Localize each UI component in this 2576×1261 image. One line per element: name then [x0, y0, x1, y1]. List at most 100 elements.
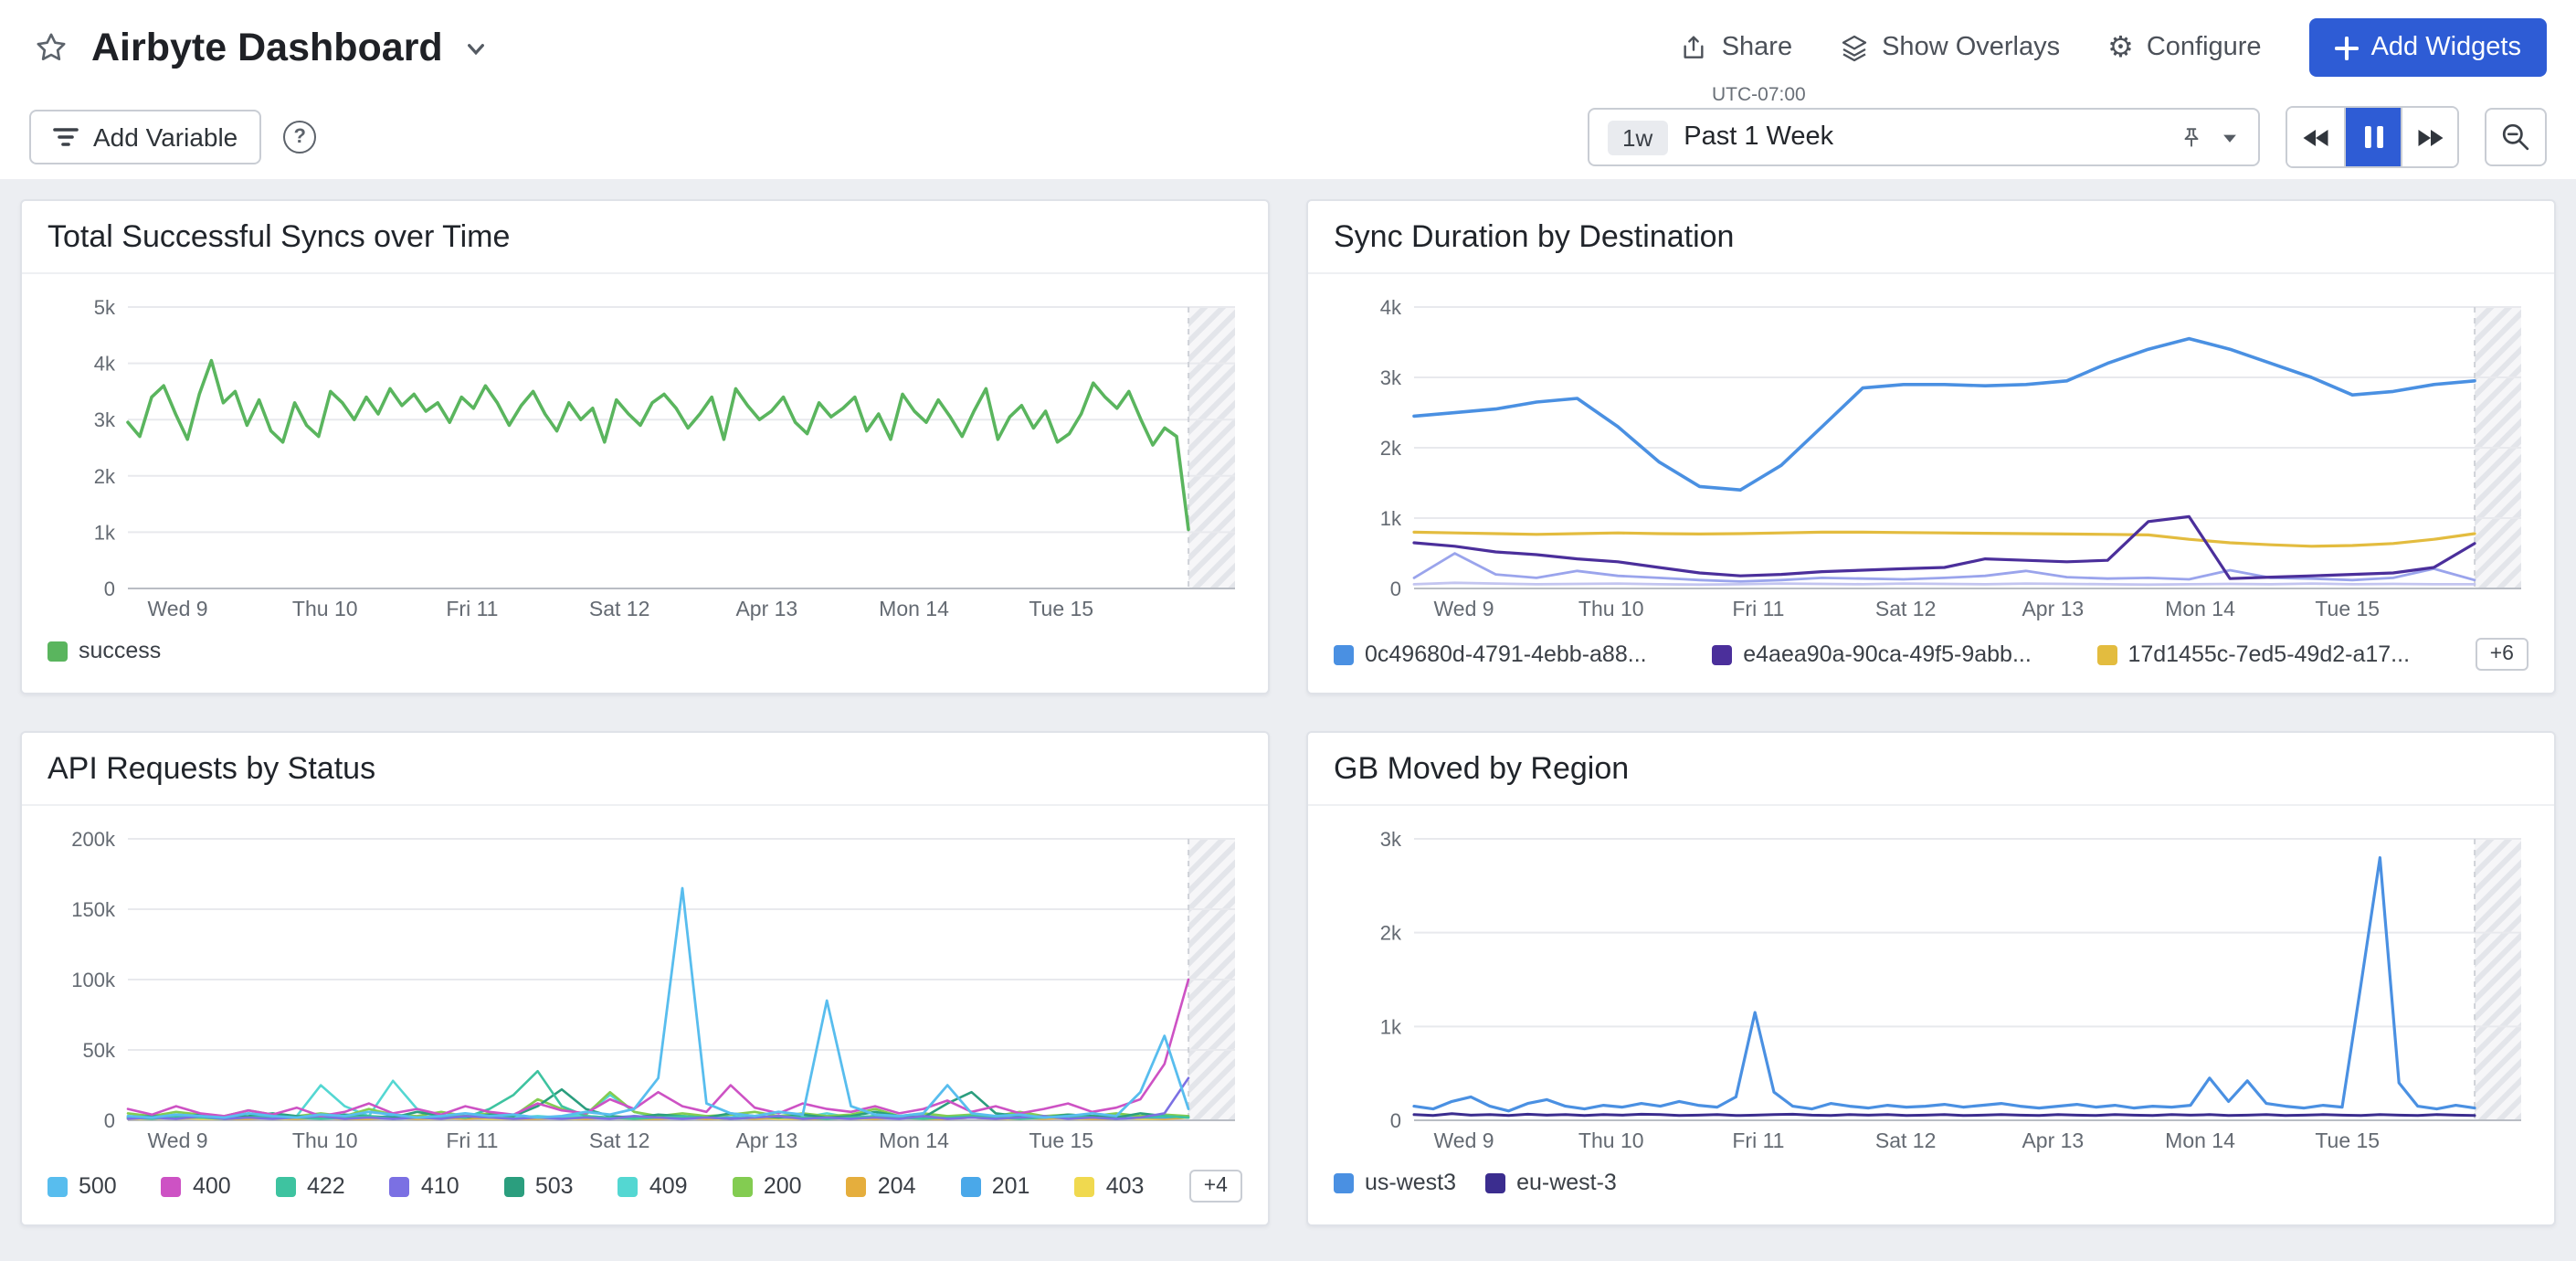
- legend-swatch: [1334, 1172, 1354, 1192]
- gear-icon: ⚙: [2107, 33, 2134, 62]
- svg-text:Thu 10: Thu 10: [292, 597, 358, 620]
- widget-title: Sync Duration by Destination: [1308, 201, 2554, 274]
- line-chart-gb-moved[interactable]: 01k2k3kWed 9Thu 10Fri 11Sat 12Apr 13Mon …: [1330, 821, 2532, 1157]
- legend-item[interactable]: 422: [276, 1173, 345, 1199]
- legend-item[interactable]: success: [48, 638, 161, 663]
- svg-text:0: 0: [104, 578, 115, 600]
- header: Airbyte Dashboard Share Show Overlays ⚙ …: [0, 0, 2576, 179]
- time-box-icons: [2180, 125, 2240, 149]
- legend-swatch: [733, 1176, 753, 1196]
- svg-text:Thu 10: Thu 10: [1578, 597, 1644, 620]
- svg-text:3k: 3k: [1380, 828, 1402, 851]
- legend-item[interactable]: 17d1455c-7ed5-49d2-a17...: [2096, 641, 2410, 667]
- share-button[interactable]: Share: [1680, 33, 1792, 62]
- svg-text:Mon 14: Mon 14: [879, 597, 949, 620]
- time-controls: UTC-07:00 1w Past 1 Week: [1588, 106, 2547, 168]
- chevron-down-icon: [465, 36, 489, 59]
- legend-item[interactable]: 410: [390, 1173, 459, 1199]
- line-chart-sync-duration[interactable]: 01k2k3k4kWed 9Thu 10Fri 11Sat 12Apr 13Mo…: [1330, 289, 2532, 625]
- svg-text:5k: 5k: [94, 296, 116, 319]
- add-widgets-label: Add Widgets: [2371, 33, 2521, 62]
- svg-text:0: 0: [1390, 1109, 1401, 1132]
- time-forward-button[interactable]: [2401, 108, 2457, 166]
- legend-more-badge[interactable]: +4: [1189, 1170, 1242, 1203]
- svg-text:Fri 11: Fri 11: [1732, 1129, 1784, 1152]
- configure-label: Configure: [2147, 33, 2262, 62]
- svg-text:Tue 15: Tue 15: [2315, 597, 2380, 620]
- skip-forward-icon: [2416, 125, 2444, 149]
- svg-text:Mon 14: Mon 14: [2165, 597, 2235, 620]
- legend-label: 400: [193, 1173, 231, 1199]
- svg-text:Wed 9: Wed 9: [148, 1129, 208, 1152]
- configure-button[interactable]: ⚙ Configure: [2107, 33, 2261, 62]
- timezone-label: UTC-07:00: [1705, 84, 1813, 106]
- playback-button-group: [2286, 106, 2459, 168]
- time-range-picker[interactable]: UTC-07:00 1w Past 1 Week: [1588, 108, 2260, 166]
- svg-text:Wed 9: Wed 9: [148, 597, 208, 620]
- legend-label: 422: [307, 1173, 345, 1199]
- time-backward-button[interactable]: [2287, 108, 2344, 166]
- zoom-out-button[interactable]: [2485, 108, 2547, 166]
- widget-grid: Total Successful Syncs over Time 01k2k3k…: [0, 179, 2576, 1246]
- legend-swatch: [2096, 644, 2117, 664]
- pause-icon: [2363, 126, 2383, 148]
- svg-text:Sat 12: Sat 12: [589, 1129, 650, 1152]
- help-icon[interactable]: ?: [283, 121, 316, 154]
- legend-label: 503: [535, 1173, 574, 1199]
- svg-text:2k: 2k: [1380, 922, 1402, 945]
- legend-item[interactable]: 400: [162, 1173, 231, 1199]
- legend-item[interactable]: 409: [618, 1173, 688, 1199]
- svg-text:50k: 50k: [83, 1039, 116, 1062]
- add-widgets-button[interactable]: Add Widgets: [2309, 18, 2547, 77]
- widget-title: API Requests by Status: [22, 733, 1268, 806]
- caret-down-icon[interactable]: [2220, 127, 2240, 147]
- legend-swatch: [618, 1176, 639, 1196]
- legend-item[interactable]: 200: [733, 1173, 802, 1199]
- legend-item[interactable]: 204: [847, 1173, 916, 1199]
- legend-item[interactable]: us-west3: [1334, 1170, 1456, 1195]
- show-overlays-button[interactable]: Show Overlays: [1840, 33, 2060, 62]
- legend-item[interactable]: e4aea90a-90ca-49f5-9abb...: [1712, 641, 2032, 667]
- svg-text:150k: 150k: [71, 898, 116, 921]
- favorite-star-button[interactable]: [29, 26, 73, 69]
- legend-item[interactable]: eu-west-3: [1485, 1170, 1617, 1195]
- pause-button[interactable]: [2344, 108, 2401, 166]
- dashboard-page: Airbyte Dashboard Share Show Overlays ⚙ …: [0, 0, 2576, 1261]
- legend-swatch: [48, 1176, 68, 1196]
- title-menu-button[interactable]: [461, 32, 492, 63]
- legend-item[interactable]: 201: [961, 1173, 1030, 1199]
- chart-legend: us-west3 eu-west-3: [1308, 1157, 2554, 1217]
- dashboard-title: Airbyte Dashboard: [91, 25, 443, 70]
- widget-api-requests-by-status: API Requests by Status 050k100k150k200kW…: [20, 731, 1270, 1226]
- svg-text:Sat 12: Sat 12: [1875, 1129, 1937, 1152]
- legend-label: 201: [992, 1173, 1030, 1199]
- chart-area: 050k100k150k200kWed 9Thu 10Fri 11Sat 12A…: [22, 806, 1268, 1157]
- show-overlays-label: Show Overlays: [1882, 33, 2060, 62]
- svg-text:Mon 14: Mon 14: [2165, 1129, 2235, 1152]
- zoom-out-icon: [2501, 122, 2530, 152]
- legend-swatch: [1075, 1176, 1095, 1196]
- pin-icon[interactable]: [2180, 125, 2203, 149]
- line-chart-api-requests[interactable]: 050k100k150k200kWed 9Thu 10Fri 11Sat 12A…: [44, 821, 1246, 1157]
- chart-area: 01k2k3kWed 9Thu 10Fri 11Sat 12Apr 13Mon …: [1308, 806, 2554, 1157]
- legend-label: 403: [1106, 1173, 1145, 1199]
- svg-text:Apr 13: Apr 13: [2022, 1129, 2084, 1152]
- time-range-box[interactable]: 1w Past 1 Week: [1588, 108, 2260, 166]
- legend-swatch: [1712, 644, 1732, 664]
- svg-text:100k: 100k: [71, 969, 116, 991]
- range-label: Past 1 Week: [1684, 122, 1833, 152]
- legend-item[interactable]: 503: [504, 1173, 574, 1199]
- legend-label: success: [79, 638, 161, 663]
- chart-legend: 500 400 422 410 503 409 200 204 201 403 +4: [22, 1157, 1268, 1224]
- legend-item[interactable]: 0c49680d-4791-4ebb-a88...: [1334, 641, 1647, 667]
- line-chart-total-syncs[interactable]: 01k2k3k4k5kWed 9Thu 10Fri 11Sat 12Apr 13…: [44, 289, 1246, 625]
- legend-item[interactable]: 403: [1075, 1173, 1145, 1199]
- range-chip: 1w: [1608, 120, 1667, 154]
- legend-item[interactable]: 500: [48, 1173, 117, 1199]
- skip-back-icon: [2302, 125, 2329, 149]
- legend-more-badge[interactable]: +6: [2476, 638, 2528, 671]
- layers-icon: [1840, 33, 1869, 62]
- share-icon: [1680, 33, 1709, 62]
- add-variable-button[interactable]: Add Variable: [29, 110, 261, 164]
- svg-text:3k: 3k: [94, 408, 116, 431]
